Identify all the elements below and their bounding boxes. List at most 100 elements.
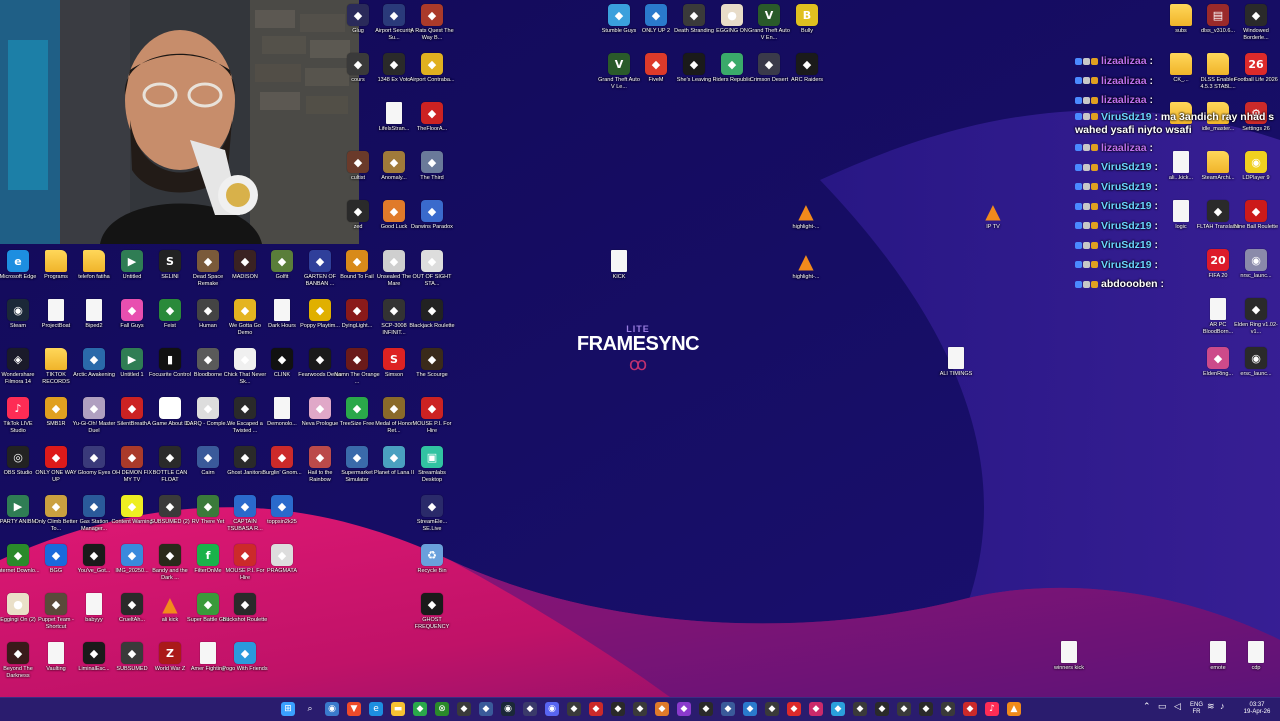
desktop-icon[interactable]: ◆ She's Leaving <box>674 53 714 84</box>
desktop-icon[interactable]: V Grand Theft Auto V En... <box>748 4 790 42</box>
desktop-icon[interactable]: ▲ IP TV <box>973 199 1013 231</box>
desktop-icon[interactable]: ◆ Namn The Orange ... <box>334 348 380 386</box>
wifi-icon[interactable]: ≋ <box>1207 702 1215 711</box>
desktop-icon[interactable]: ◆ Chick That Never Sk... <box>224 348 266 386</box>
app-icon[interactable]: ◆ <box>655 702 669 716</box>
desktop-icon[interactable]: ◆ Good Luck <box>374 200 414 231</box>
desktop-icon[interactable]: ◆ Yu-Gi-Oh! Master Duel <box>73 397 115 435</box>
desktop-icon[interactable]: ◆ A Game About D... <box>147 397 193 428</box>
desktop-icon[interactable]: ◆ MOUSE P.I. For Hire <box>225 544 265 582</box>
desktop-icon[interactable]: ◆ Puppet Team - Shortcut <box>36 593 76 631</box>
desktop-icon[interactable]: ◆ CAPTAIN TSUBASA R... <box>225 495 265 533</box>
desktop-icon[interactable]: ◆ FiveM <box>636 53 676 84</box>
brave-icon[interactable]: ▼ <box>347 702 361 716</box>
desktop-icon[interactable]: ◆ Buckshot Roulette <box>223 593 267 624</box>
app-icon[interactable]: ◆ <box>611 702 625 716</box>
edge-icon[interactable]: e <box>369 702 383 716</box>
app-icon[interactable]: ◆ <box>721 702 735 716</box>
desktop-icon[interactable]: ◆ ONLY ONE WAY UP <box>35 446 77 484</box>
desktop-icon[interactable]: ◆ Airport Security Su... <box>374 4 414 42</box>
desktop-icon[interactable]: ◆ Windowed Borderle... <box>1236 4 1276 42</box>
desktop-icon[interactable]: ProjectBoat <box>36 299 76 330</box>
desktop-icon[interactable]: B Bully <box>787 4 827 35</box>
desktop-icon[interactable]: KICK <box>599 250 639 281</box>
desktop-icon[interactable]: Demonolo... <box>262 397 302 428</box>
desktop-icon[interactable]: TIKTOK RECORDS <box>36 348 76 386</box>
desktop-icon[interactable]: ◆ ARC Raiders <box>787 53 827 84</box>
desktop-icon[interactable]: ▣ Streamlabs Desktop <box>412 446 452 484</box>
desktop-icon[interactable]: Dark Hours <box>262 299 302 330</box>
desktop-icon[interactable]: Vaulting <box>36 642 76 673</box>
desktop-icon[interactable]: ◆ GHOST FREQUENCY <box>412 593 452 631</box>
desktop-icon[interactable]: ♻ Recycle Bin <box>412 544 452 575</box>
desktop-icon[interactable]: ◆ BOTTLE CAN FLOAT <box>150 446 190 484</box>
desktop-icon[interactable]: ◆ Darwins Paradox <box>411 200 453 231</box>
desktop-icon[interactable]: ◆ Only Climb Better To... <box>34 495 78 533</box>
desktop-icon[interactable]: ◆ IMG_20250... <box>112 544 152 575</box>
app-icon[interactable]: ◆ <box>919 702 933 716</box>
discord-icon[interactable]: ◉ <box>545 702 559 716</box>
chrome-icon[interactable]: ◉ <box>325 702 339 716</box>
desktop-icon[interactable]: Biped2 <box>74 299 114 330</box>
app-icon[interactable]: ◆ <box>897 702 911 716</box>
language-indicator[interactable]: ENG FR <box>1190 702 1203 716</box>
desktop-icon[interactable]: ◆ BGG <box>36 544 76 575</box>
app-icon[interactable]: ◆ <box>765 702 779 716</box>
desktop-icon[interactable]: ◆ The Scourge <box>412 348 452 379</box>
search-icon[interactable]: ⌕ <box>303 702 317 716</box>
xbox-icon[interactable]: ⊗ <box>435 702 449 716</box>
desktop-icon[interactable]: emote <box>1198 641 1238 672</box>
desktop-icon[interactable]: ▮ Focusrite Control <box>149 348 191 379</box>
desktop-icon[interactable]: ◆ CrueltAh... <box>112 593 152 624</box>
desktop-icon[interactable]: LifelsStran... <box>374 102 414 133</box>
tiktok-icon[interactable]: ♪ <box>985 702 999 716</box>
app-icon[interactable]: ◆ <box>699 702 713 716</box>
desktop-icon[interactable]: V Grand Theft Auto V Le... <box>598 53 640 91</box>
desktop-icon[interactable]: Programs <box>36 250 76 281</box>
desktop-icon[interactable]: ▲ ali kick <box>150 592 190 624</box>
desktop-icon[interactable]: ◆ LiminalEsc... <box>74 642 114 673</box>
desktop-icon[interactable]: ◆ toppsin2k25 <box>262 495 302 526</box>
desktop-icon[interactable]: ◆ Beyond The Darkness <box>0 642 38 680</box>
desktop-icon[interactable]: ◆ SilentBreath <box>112 397 152 428</box>
desktop-icon[interactable]: ◆ Airport Contraba... <box>410 53 454 84</box>
app-icon[interactable]: ◆ <box>589 702 603 716</box>
desktop-icon[interactable]: telefon fatiha <box>74 250 114 281</box>
desktop-icon[interactable]: ◆ We Escaped a Twisted ... <box>225 397 265 435</box>
app-icon[interactable]: ◆ <box>963 702 977 716</box>
app-icon[interactable]: ◆ <box>875 702 889 716</box>
desktop-icon[interactable]: winners kick <box>1049 641 1089 672</box>
desktop-icon[interactable]: ◆ OH DEMON FIX MY TV <box>112 446 152 484</box>
app-icon[interactable]: ◆ <box>633 702 647 716</box>
speaker-icon[interactable]: ♪ <box>1220 702 1225 711</box>
desktop-icon[interactable]: ◆ Golfit <box>262 250 302 281</box>
desktop-icon[interactable]: ◆ Gloomy Eyes <box>74 446 114 477</box>
desktop-icon[interactable]: ◆ Anomaly... <box>374 151 414 182</box>
desktop-icon[interactable]: ◆ Fall Guys <box>112 299 152 330</box>
desktop-icon[interactable]: ◆ You've_Got... <box>74 544 114 575</box>
app-icon[interactable]: ◆ <box>413 702 427 716</box>
desktop-icon[interactable]: ◆ Burglin' Gnom... <box>262 446 302 477</box>
desktop-icon[interactable]: ◆ Bandy and the Dark ... <box>150 544 190 582</box>
clock[interactable]: 03:37 19-Apr-26 <box>1240 702 1274 716</box>
desktop-icon[interactable]: ◆ Supermarket Simulator <box>337 446 377 484</box>
desktop-icon[interactable]: ◆ The Third <box>412 151 452 182</box>
desktop-icon[interactable]: ◉ ersc_launc... <box>1236 347 1276 378</box>
app-icon[interactable]: ◆ <box>787 702 801 716</box>
app-icon[interactable]: ◆ <box>831 702 845 716</box>
steam-icon[interactable]: ◉ <box>501 702 515 716</box>
desktop-icon[interactable]: babyyy <box>74 593 114 624</box>
desktop-icon[interactable]: ◆ SUBSUMED (2) <box>150 495 190 526</box>
app-icon[interactable]: ◆ <box>941 702 955 716</box>
desktop-icon[interactable]: ◆ 1348 Ex Voto <box>374 53 414 84</box>
desktop-icon[interactable]: ◆ SMB1R <box>36 397 76 428</box>
desktop-icon[interactable]: ▲ highlight-... <box>786 249 826 281</box>
app-icon[interactable]: ◆ <box>743 702 757 716</box>
desktop-icon[interactable]: ◆ Feist <box>150 299 190 330</box>
app-icon[interactable]: ◆ <box>853 702 867 716</box>
desktop-icon[interactable]: ▲ highlight-... <box>786 199 826 231</box>
desktop-icon[interactable]: ◆ We Gotta Go Demo <box>225 299 265 337</box>
desktop-icon[interactable]: ◆ EldenRing... <box>1198 347 1238 378</box>
chevron-up-icon[interactable]: ⌃ <box>1143 702 1151 711</box>
app-icon[interactable]: ◆ <box>677 702 691 716</box>
